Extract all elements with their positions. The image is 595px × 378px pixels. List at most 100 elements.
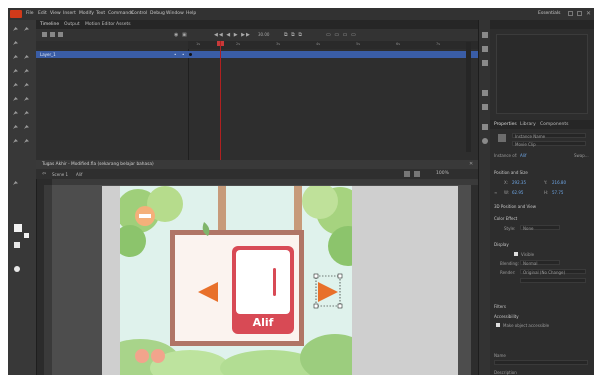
menu-control[interactable]: Control (131, 11, 147, 16)
tab-output[interactable]: Output (64, 22, 80, 27)
lasso-tool-icon[interactable] (12, 54, 19, 60)
section-color-effect[interactable]: Color Effect (494, 216, 517, 221)
brush-tool-icon[interactable] (12, 96, 19, 102)
line-tool-icon[interactable] (23, 68, 30, 74)
background-color-field[interactable] (520, 278, 586, 283)
scene-breadcrumb[interactable]: Scene 1 (52, 172, 68, 177)
tab-library[interactable]: Library (520, 122, 536, 127)
eraser-tool-icon[interactable] (23, 124, 30, 130)
swap-button[interactable]: Swap... (574, 153, 589, 158)
section-position-size[interactable]: Position and Size (494, 170, 528, 175)
document-tab[interactable]: Tugas Akhir - Modified.fla (sekarang bel… (42, 162, 154, 167)
menu-view[interactable]: View (50, 11, 61, 16)
layer-lock-dot[interactable]: • (182, 52, 184, 57)
tab-assets[interactable]: Assets (116, 22, 131, 27)
fill-color-swatch[interactable] (14, 224, 22, 232)
x-value[interactable]: 292.35 (512, 180, 526, 185)
instance-name-field[interactable]: Instance Name (512, 133, 586, 139)
section-display[interactable]: Display (494, 242, 509, 247)
bone-tool-icon[interactable] (12, 110, 19, 116)
rectangle-tool-icon[interactable] (12, 82, 19, 88)
text-tool-icon[interactable] (12, 68, 19, 74)
h-value[interactable]: 57.75 (552, 190, 563, 195)
color-style-dropdown[interactable]: None (520, 225, 560, 231)
menu-file[interactable]: File (26, 11, 34, 16)
selection-tool-icon[interactable] (12, 26, 19, 32)
fps-readout[interactable]: 30.00 (258, 32, 269, 37)
hand-tool-icon[interactable] (12, 138, 19, 144)
menu-edit[interactable]: Edit (38, 11, 47, 16)
menu-text[interactable]: Text (96, 11, 105, 16)
paint-bucket-tool-icon[interactable] (23, 110, 30, 116)
close-icon[interactable]: ✕ (586, 10, 591, 17)
align-panel-icon[interactable] (482, 32, 488, 38)
zoom-tool-icon[interactable] (23, 138, 30, 144)
menu-modify[interactable]: Modify (79, 11, 94, 16)
w-value[interactable]: 62.95 (512, 190, 523, 195)
playhead[interactable] (220, 41, 221, 160)
minimize-icon[interactable] (568, 11, 573, 16)
timeline-view-controls[interactable]: ▭ ▭ ▭ ▭ (326, 32, 357, 38)
frame-ruler[interactable]: 1s 2s 3s 4s 5s 6s 7s (188, 41, 478, 49)
eye-icon[interactable]: ◉ (174, 32, 178, 38)
edit-symbol-icon[interactable] (414, 171, 420, 177)
section-accessibility[interactable]: Accessibility (494, 314, 519, 319)
edit-scene-icon[interactable] (404, 171, 410, 177)
transform-panel-icon[interactable] (482, 90, 488, 96)
menu-help[interactable]: Help (186, 11, 196, 16)
menu-debug[interactable]: Debug (150, 11, 165, 16)
zoom-dropdown[interactable]: 100% (436, 171, 449, 176)
accessible-checkbox[interactable] (496, 323, 500, 327)
onion-skin-controls[interactable]: ⧉ ⧉ ⧉ (284, 32, 303, 38)
menu-commands[interactable]: Commands (108, 11, 133, 16)
close-document-icon[interactable]: ✕ (469, 161, 473, 167)
render-dropdown[interactable]: Original (No Change) (520, 269, 586, 275)
stage-vertical-scrollbar[interactable] (471, 185, 478, 375)
timeline-scrollbar[interactable] (466, 42, 471, 152)
tab-components[interactable]: Components (540, 122, 568, 127)
section-3d-position[interactable]: 3D Position and View (494, 204, 536, 209)
layer-row[interactable]: Layer_1 • • (36, 51, 478, 58)
new-folder-icon[interactable] (50, 32, 55, 37)
delete-layer-icon[interactable] (58, 32, 63, 37)
stroke-color-icon[interactable] (12, 180, 19, 186)
blending-dropdown[interactable]: Normal (520, 260, 560, 266)
swap-colors-icon[interactable] (14, 242, 20, 248)
tab-motion-editor[interactable]: Motion Editor (85, 22, 115, 27)
components-icon[interactable] (482, 138, 488, 144)
lock-icon[interactable]: ▣ (182, 32, 187, 38)
layer-visibility-dot[interactable]: • (174, 52, 176, 57)
name-field[interactable] (494, 360, 588, 365)
layer-name[interactable]: Layer_1 (40, 52, 56, 57)
visible-checkbox[interactable] (514, 252, 518, 256)
new-layer-icon[interactable] (42, 32, 47, 37)
tab-timeline[interactable]: Timeline (40, 22, 59, 27)
free-transform-tool-icon[interactable] (12, 40, 19, 46)
link-dimensions-icon[interactable]: ∞ (494, 190, 497, 195)
deco-tool-icon[interactable] (23, 96, 30, 102)
section-filters[interactable]: Filters (494, 304, 506, 309)
pen-tool-icon[interactable] (23, 54, 30, 60)
keyframe-icon[interactable] (189, 53, 192, 56)
y-value[interactable]: 216.80 (552, 180, 566, 185)
swatches-panel-icon[interactable] (482, 60, 488, 66)
playback-controls[interactable]: ◀◀ ◀ ▶ ▶▶ (214, 32, 251, 38)
snap-to-objects-icon[interactable] (14, 266, 20, 272)
instance-of-value[interactable]: Alif (520, 153, 526, 158)
menu-window[interactable]: Window (166, 11, 184, 16)
menu-insert[interactable]: Insert (63, 11, 76, 16)
back-arrow-icon[interactable]: ⇦ (42, 171, 46, 177)
code-snippets-icon[interactable] (482, 124, 488, 130)
color-panel-icon[interactable] (482, 46, 488, 52)
symbol-type-dropdown[interactable]: Movie Clip (512, 141, 586, 147)
subselection-tool-icon[interactable] (23, 26, 30, 32)
pencil-tool-icon[interactable] (23, 82, 30, 88)
eyedropper-tool-icon[interactable] (12, 124, 19, 130)
workspace-switcher[interactable]: Essentials (538, 11, 561, 16)
symbol-breadcrumb[interactable]: Alif (76, 172, 82, 177)
maximize-icon[interactable] (577, 11, 582, 16)
stroke-color-swatch[interactable] (24, 233, 29, 238)
info-panel-icon[interactable] (482, 104, 488, 110)
stage[interactable]: ا Alif (120, 186, 352, 375)
tab-properties[interactable]: Properties (494, 122, 517, 127)
